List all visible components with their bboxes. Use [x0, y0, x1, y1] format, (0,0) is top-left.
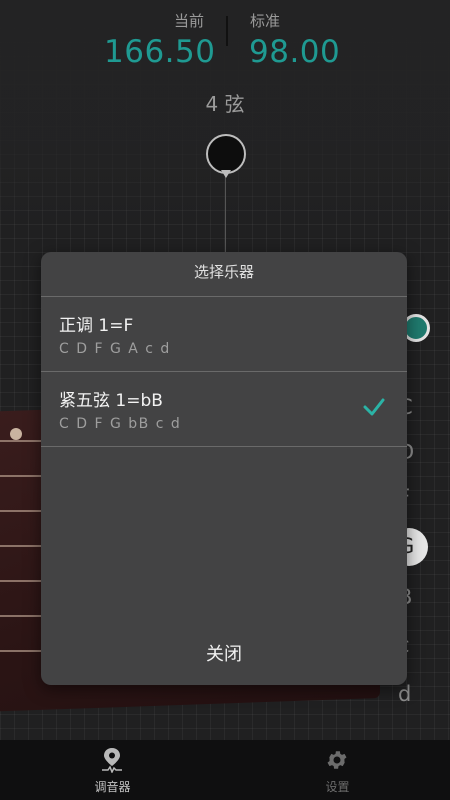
option-name: 紧五弦 1=bB — [59, 391, 163, 411]
gear-icon — [327, 751, 347, 769]
target-label: 标准 — [250, 12, 281, 30]
tuning-needle — [206, 134, 246, 174]
option-standard-tuning[interactable]: 正调 1=F C D F G A c d — [41, 297, 407, 371]
checkmark-icon — [363, 398, 385, 416]
nav-label: 调音器 — [94, 780, 131, 794]
option-tight-fifth-string[interactable]: 紧五弦 1=bB C D F G bB c d — [41, 372, 407, 446]
instrument-select-dialog: 选择乐器 正调 1=F C D F G A c d 紧五弦 1=bB C D F… — [41, 252, 407, 685]
option-name: 正调 1=F — [59, 316, 134, 336]
bottom-nav: 调音器 设置 — [0, 740, 450, 800]
frequency-readout: 当前 标准 166.50 98.00 — [0, 6, 450, 76]
tuner-pin-icon — [102, 748, 122, 773]
tuning-peg — [10, 428, 22, 440]
option-notes: C D F G bB c d — [59, 416, 182, 432]
nav-tab-settings[interactable]: 设置 — [225, 740, 450, 800]
needle-track — [225, 176, 226, 256]
readout-divider — [226, 16, 228, 46]
guitar-neck-strings — [0, 415, 44, 685]
string-indicator: 4 弦 — [205, 92, 245, 116]
nav-label: 设置 — [325, 780, 350, 794]
note-label-d2[interactable]: d — [398, 682, 411, 706]
needle-pointer — [221, 170, 231, 178]
nav-tab-tuner[interactable]: 调音器 — [0, 740, 225, 800]
close-button[interactable]: 关闭 — [41, 625, 407, 685]
divider — [41, 446, 407, 447]
dialog-title: 选择乐器 — [193, 263, 254, 281]
option-notes: C D F G A c d — [59, 341, 171, 357]
current-frequency: 166.50 — [104, 34, 216, 70]
target-frequency: 98.00 — [249, 34, 341, 70]
current-label: 当前 — [174, 12, 205, 30]
